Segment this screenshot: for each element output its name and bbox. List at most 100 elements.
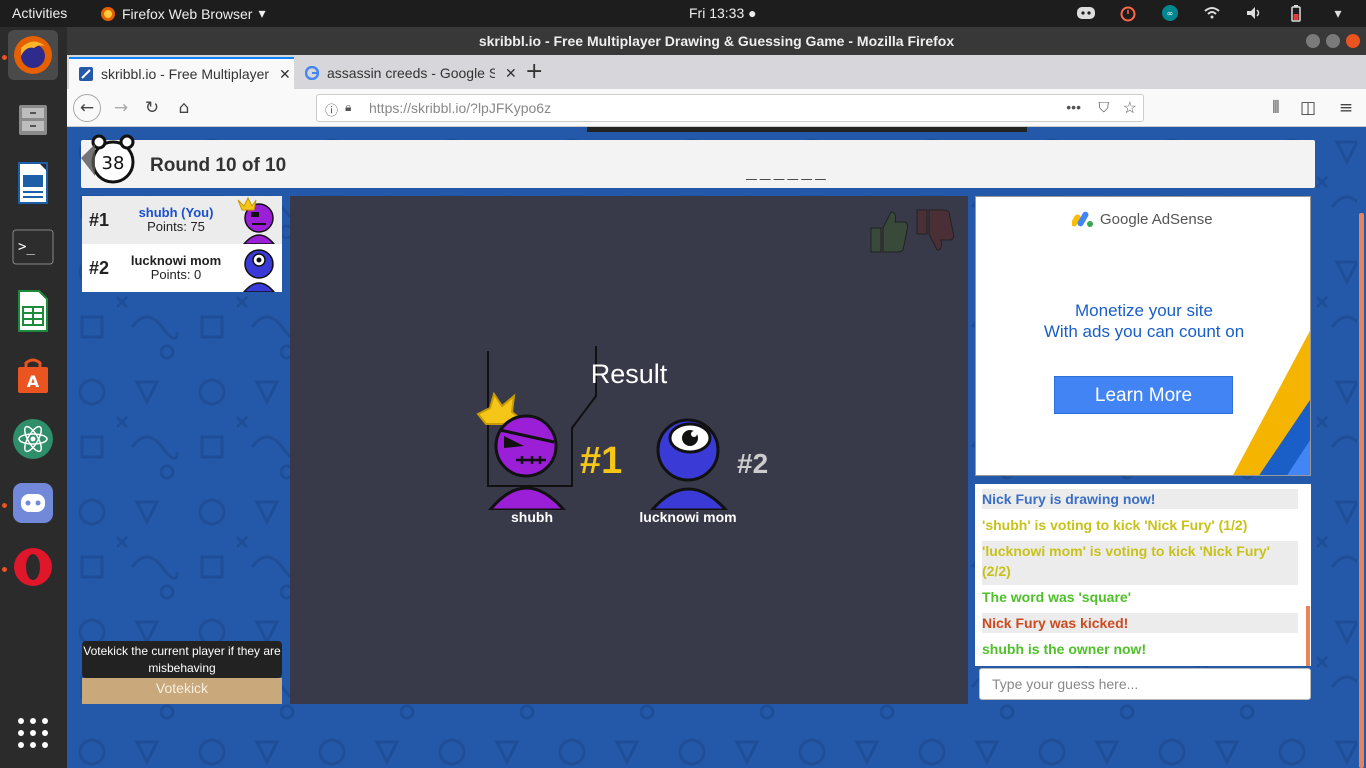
google-favicon-icon [305, 66, 319, 80]
tab-google[interactable]: assassin creeds - Google Search ✕ [295, 57, 520, 89]
opera-icon [14, 548, 52, 586]
dock-calc[interactable] [8, 286, 58, 336]
close-window-button[interactable] [1346, 34, 1360, 48]
wifi-icon[interactable] [1202, 3, 1222, 23]
guess-input[interactable] [979, 668, 1311, 700]
player-avatar-icon [237, 196, 275, 244]
svg-text:>_: >_ [18, 239, 35, 255]
player-row[interactable]: #2 lucknowi mom Points: 0 [82, 244, 282, 292]
svg-text:38: 38 [102, 153, 125, 174]
chat-scrollbar[interactable] [1306, 606, 1310, 666]
chat-panel: Nick Fury is drawing now! 'shubh' is vot… [975, 484, 1311, 666]
app-menu-label: Firefox Web Browser [122, 5, 253, 22]
drawing-canvas[interactable]: Result #1 shubh #2 lucknowi mom [290, 196, 968, 704]
new-tab-icon[interactable]: + [525, 59, 543, 84]
url-path: ?lpJFKypo6z [470, 100, 552, 116]
volume-icon[interactable] [1244, 3, 1264, 23]
dock-writer[interactable] [8, 158, 58, 208]
round-title: Round 10 of 10 [150, 155, 287, 176]
canvas-scribble [487, 346, 597, 487]
winner-rank: #1 [580, 440, 623, 482]
atom-icon [13, 419, 53, 459]
show-applications-button[interactable] [8, 708, 58, 758]
page-scrollbar-thumb[interactable] [1359, 213, 1364, 768]
bookmark-star-icon[interactable]: ☆ [1123, 98, 1137, 118]
app-menu[interactable]: Firefox Web Browser ▾ [100, 5, 265, 22]
chat-message: Nick Fury is drawing now! [982, 489, 1298, 509]
running-indicator [2, 55, 7, 60]
dock-opera[interactable] [8, 542, 58, 592]
system-tray: ∞ ▾ [1076, 3, 1348, 23]
player-list: #1 shubh (You) Points: 75 #2 lucknowi mo… [82, 196, 282, 292]
close-tab-icon[interactable]: ✕ [279, 66, 291, 83]
winner-name: shubh [511, 509, 553, 525]
chat-message: 'lucknowi mom' is voting to kick 'Nick F… [982, 541, 1298, 585]
reload-icon[interactable]: ↻ [138, 95, 166, 121]
runner-up-name: lucknowi mom [639, 509, 737, 525]
arduino-icon[interactable]: ∞ [1160, 3, 1180, 23]
votekick-button[interactable]: Votekick [82, 678, 282, 704]
player-points: Points: 0 [150, 267, 202, 282]
system-menu-chevron-icon[interactable]: ▾ [1328, 3, 1348, 23]
minimize-button[interactable] [1306, 34, 1320, 48]
spreadsheet-icon [18, 290, 48, 332]
ubuntu-dock: >_ A [0, 27, 67, 768]
app-grid-icon [18, 718, 48, 748]
navigation-bar: ← → ↻ ⌂ ⓘ 🔒︎ https://skribbl.io/?lpJFKyp… [67, 89, 1366, 127]
hamburger-menu-icon[interactable]: ≡ [1332, 95, 1360, 121]
window-titlebar: skribbl.io - Free Multiplayer Drawing & … [67, 27, 1366, 55]
dock-atom[interactable] [8, 414, 58, 464]
firefox-small-icon [101, 6, 115, 21]
runner-up-avatar-icon [650, 418, 729, 510]
votekick-tooltip: Votekick the current player if they are … [82, 641, 282, 678]
url-base: https://skribbl.io/ [369, 100, 471, 116]
lock-warning-icon[interactable]: 🔒︎ [345, 100, 351, 115]
forward-arrow-icon[interactable]: → [107, 95, 135, 121]
svg-text:A: A [27, 372, 40, 391]
back-arrow-icon[interactable]: ← [73, 94, 101, 122]
shopping-bag-icon: A [18, 358, 48, 393]
dock-firefox[interactable] [8, 30, 58, 80]
url-bar[interactable]: ⓘ 🔒︎ https://skribbl.io/?lpJFKypo6z ••• … [316, 94, 1144, 122]
ad-decoration [1233, 330, 1310, 475]
player-avatar-icon [243, 249, 275, 292]
page-scrollbar[interactable] [1357, 127, 1366, 768]
dock-software[interactable]: A [8, 350, 58, 400]
battery-icon[interactable] [1286, 3, 1306, 23]
library-icon[interactable]: ⫴ [1262, 95, 1290, 121]
player-name: shubh (You) [138, 205, 214, 220]
chat-message: The word was 'square' [982, 589, 1132, 605]
page-actions-icon[interactable]: ••• [1066, 99, 1081, 115]
chat-message: Nick Fury was kicked! [982, 613, 1298, 633]
alarm-clock-icon[interactable] [1118, 3, 1138, 23]
alarm-clock-icon: 38 [81, 134, 135, 184]
player-points: Points: 75 [147, 219, 205, 234]
system-top-bar: Activities Firefox Web Browser ▾ Fri 13:… [0, 0, 1366, 27]
activities-button[interactable]: Activities [12, 5, 67, 21]
close-tab-icon[interactable]: ✕ [505, 65, 517, 82]
chat-message: 'shubh' is voting to kick 'Nick Fury' (1… [982, 517, 1248, 533]
chat-message: shubh is the owner now! [982, 641, 1147, 657]
home-icon[interactable]: ⌂ [170, 95, 198, 121]
terminal-icon: >_ [12, 229, 54, 265]
page-content: 38 Round 10 of 10 ______ #1 shubh (You) … [67, 127, 1366, 768]
clock[interactable]: Fri 13:33 ● [689, 5, 757, 21]
winner-avatar-icon [476, 391, 566, 510]
tab-skribbl[interactable]: skribbl.io - Free Multiplayer ✕ [69, 57, 294, 89]
player-row[interactable]: #1 shubh (You) Points: 75 [82, 196, 282, 244]
document-icon [18, 162, 48, 204]
chevron-down-icon: ▾ [258, 5, 266, 21]
sidebar-icon[interactable]: ◫ [1294, 95, 1322, 121]
pocket-icon[interactable]: ⛉ [1099, 99, 1110, 116]
dock-files[interactable] [8, 94, 58, 144]
ad-banner[interactable]: Google AdSense Monetize your site With a… [975, 196, 1311, 476]
dock-terminal[interactable]: >_ [8, 222, 58, 272]
dock-discord[interactable] [8, 478, 58, 528]
firefox-icon [14, 36, 52, 74]
runner-up-rank: #2 [737, 448, 769, 479]
discord-tray-icon[interactable] [1076, 3, 1096, 23]
round-header: 38 Round 10 of 10 ______ [81, 134, 1315, 188]
maximize-button[interactable] [1326, 34, 1340, 48]
skribbl-favicon-icon [79, 67, 93, 81]
info-icon[interactable]: ⓘ [325, 100, 338, 119]
